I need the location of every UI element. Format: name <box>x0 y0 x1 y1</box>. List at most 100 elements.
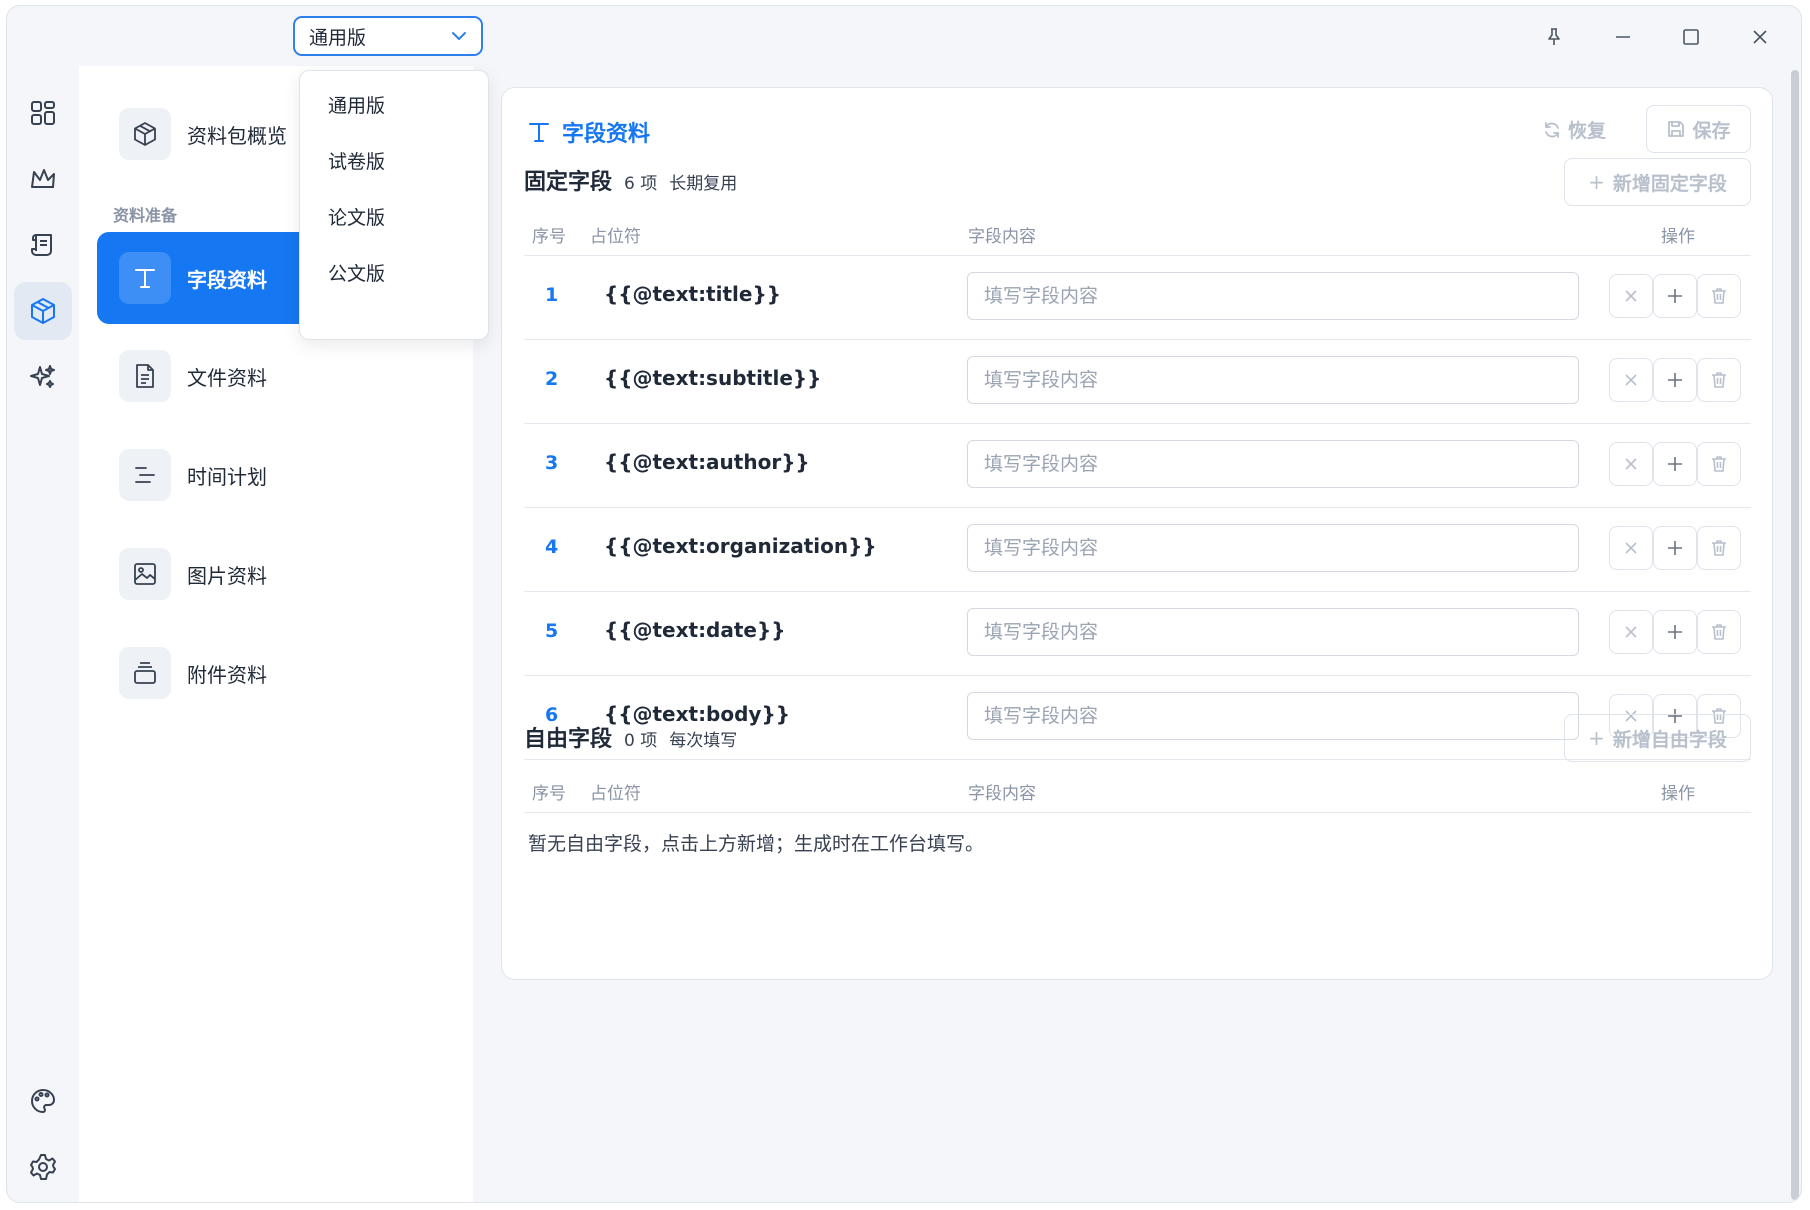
fixed-fields-note: 长期复用 <box>669 174 738 194</box>
overview-icon-box <box>119 108 171 160</box>
scrollbar[interactable] <box>1791 70 1799 1200</box>
dropdown-option-official[interactable]: 公文版 <box>328 259 385 286</box>
field-content-input[interactable] <box>967 608 1579 656</box>
text-icon <box>135 269 155 288</box>
trash-icon <box>1712 540 1726 556</box>
add-button[interactable] <box>1653 358 1697 402</box>
row-index: 1 <box>545 284 559 306</box>
add-button[interactable] <box>1653 526 1697 570</box>
chevron-down-icon <box>452 32 466 40</box>
save-button[interactable]: 保存 <box>1646 105 1751 153</box>
trash-icon <box>1712 288 1726 304</box>
clear-button[interactable] <box>1609 442 1653 486</box>
sidebar-item-images[interactable]: 图片资料 <box>97 528 397 620</box>
trash-icon <box>1712 624 1726 640</box>
rail-package[interactable] <box>14 282 72 340</box>
free-fields-note: 每次填写 <box>669 731 738 751</box>
field-content-input[interactable] <box>967 524 1579 572</box>
column-placeholder: 占位符 <box>590 227 641 247</box>
plus-icon: + <box>1588 170 1605 194</box>
rail-crown[interactable] <box>14 150 72 208</box>
pin-button[interactable] <box>1541 24 1567 50</box>
dropdown-option-exam[interactable]: 试卷版 <box>328 147 385 174</box>
add-free-field-button[interactable]: + 新增自由字段 <box>1564 714 1751 762</box>
images-icon-box <box>119 548 171 600</box>
rail-sparkles[interactable] <box>14 348 72 406</box>
delete-button[interactable] <box>1697 274 1741 318</box>
dashboard-icon <box>31 101 55 125</box>
maximize-button[interactable] <box>1678 24 1704 50</box>
plus-icon <box>1668 373 1682 387</box>
save-icon <box>1668 121 1685 137</box>
fixed-fields-header: 固定字段 6 项 长期复用 <box>524 164 737 196</box>
version-dropdown: 通用版 试卷版 论文版 公文版 <box>299 70 489 340</box>
package-icon <box>31 298 55 324</box>
close-icon <box>1625 374 1637 386</box>
add-button[interactable] <box>1653 610 1697 654</box>
plus-icon <box>1668 541 1682 555</box>
column-index: 序号 <box>532 784 566 804</box>
field-content-input[interactable] <box>967 272 1579 320</box>
minimize-button[interactable] <box>1610 24 1636 50</box>
clear-button[interactable] <box>1609 526 1653 570</box>
add-button[interactable] <box>1653 442 1697 486</box>
fixed-fields-title: 固定字段 <box>524 170 613 195</box>
restore-button[interactable]: 恢复 <box>1542 116 1606 143</box>
save-label: 保存 <box>1692 119 1731 142</box>
plus-icon <box>1668 289 1682 303</box>
text-icon <box>529 123 549 142</box>
plus-icon: + <box>1588 726 1605 750</box>
close-icon <box>1625 626 1637 638</box>
package-icon <box>134 122 156 146</box>
column-index: 序号 <box>532 227 566 247</box>
rail-scroll[interactable] <box>14 216 72 274</box>
close-icon <box>1625 542 1637 554</box>
delete-button[interactable] <box>1697 442 1741 486</box>
add-free-field-label: 新增自由字段 <box>1612 728 1727 751</box>
gear-icon <box>30 1154 56 1180</box>
fixed-table-header: 序号 占位符 字段内容 操作 <box>524 212 1751 256</box>
restore-label: 恢复 <box>1568 120 1607 142</box>
free-fields-count: 0 项 <box>624 731 658 751</box>
add-button[interactable] <box>1653 274 1697 318</box>
fields-icon-box <box>119 252 171 304</box>
row-index: 4 <box>545 536 559 558</box>
column-actions: 操作 <box>1661 784 1695 804</box>
image-icon <box>134 563 156 585</box>
clear-button[interactable] <box>1609 358 1653 402</box>
schedule-icon-box <box>119 449 171 501</box>
dropdown-option-thesis[interactable]: 论文版 <box>328 203 385 230</box>
field-content-input[interactable] <box>967 356 1579 404</box>
clear-button[interactable] <box>1609 274 1653 318</box>
rail-settings[interactable] <box>14 1138 72 1196</box>
row-placeholder-token: {{@text:author}} <box>604 450 810 474</box>
delete-button[interactable] <box>1697 610 1741 654</box>
close-button[interactable] <box>1747 24 1773 50</box>
field-content-input[interactable] <box>967 692 1579 740</box>
fixed-fields-count: 6 项 <box>624 174 658 194</box>
clear-button[interactable] <box>1609 610 1653 654</box>
row-placeholder-token: {{@text:subtitle}} <box>604 366 822 390</box>
rail-palette[interactable] <box>14 1072 72 1130</box>
version-select-value: 通用版 <box>309 26 367 49</box>
delete-button[interactable] <box>1697 526 1741 570</box>
title-bar: 通用版 <box>7 6 1801 72</box>
row-index: 2 <box>545 368 559 390</box>
sidebar-item-files[interactable]: 文件资料 <box>97 330 397 422</box>
add-fixed-field-button[interactable]: + 新增固定字段 <box>1564 158 1751 206</box>
rail-dashboard[interactable] <box>14 84 72 142</box>
sidebar-item-label: 文件资料 <box>187 365 267 390</box>
version-select[interactable]: 通用版 <box>293 16 483 56</box>
sidebar-item-attachments[interactable]: 附件资料 <box>97 627 397 719</box>
field-content-input[interactable] <box>967 440 1579 488</box>
column-content: 字段内容 <box>968 784 1036 804</box>
free-fields-empty-message: 暂无自由字段，点击上方新增；生成时在工作台填写。 <box>528 833 985 855</box>
delete-button[interactable] <box>1697 358 1741 402</box>
row-index: 3 <box>545 452 559 474</box>
archive-icon <box>134 662 156 684</box>
free-fields-header: 自由字段 0 项 每次填写 <box>524 721 737 753</box>
minimize-icon <box>1616 36 1630 38</box>
dropdown-option-general[interactable]: 通用版 <box>328 91 385 118</box>
plus-icon <box>1668 625 1682 639</box>
sidebar-item-schedule[interactable]: 时间计划 <box>97 429 397 521</box>
